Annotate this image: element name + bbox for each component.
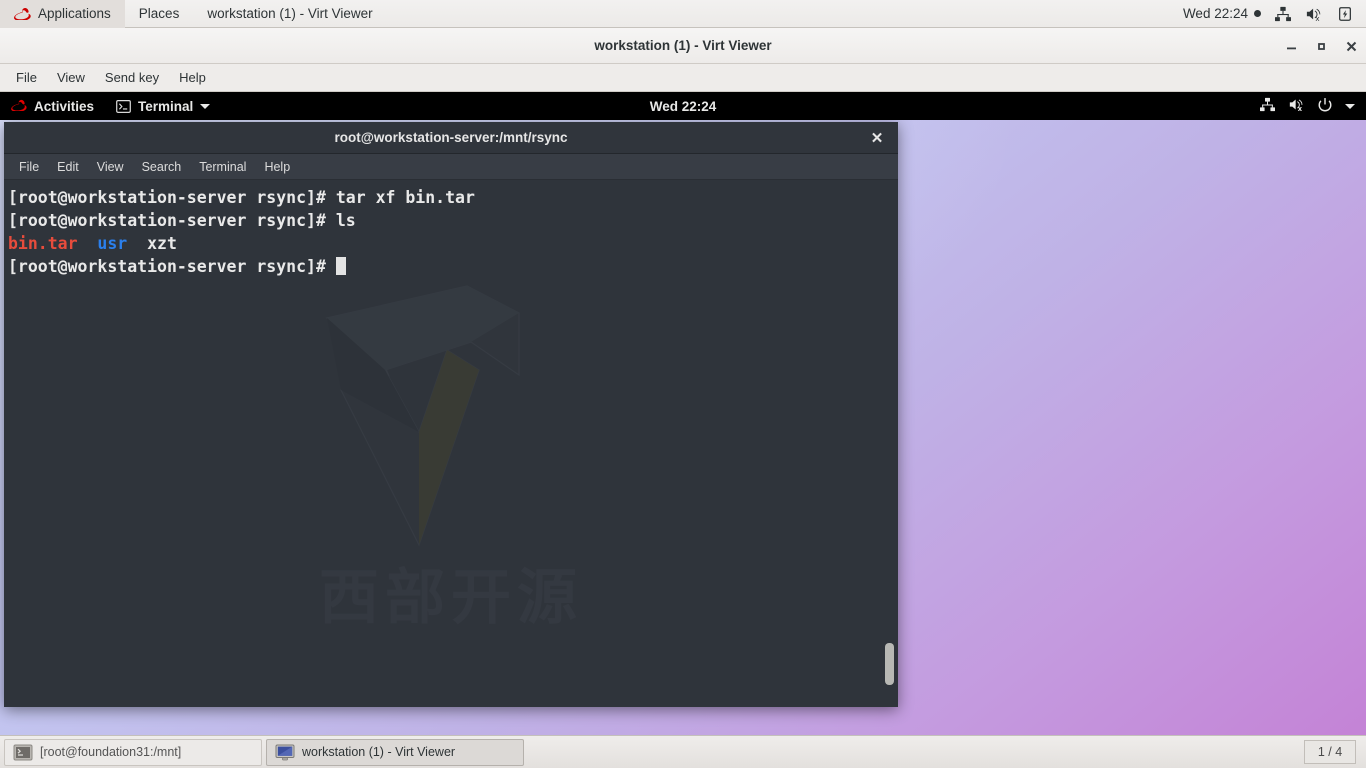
virt-viewer-titlebar: workstation (1) - Virt Viewer <box>0 28 1366 64</box>
terminal-menu-edit[interactable]: Edit <box>48 154 88 180</box>
maximize-button[interactable] <box>1306 28 1336 64</box>
terminal-titlebar: root@workstation-server:/mnt/rsync ✕ <box>4 122 898 154</box>
minimize-button[interactable] <box>1276 28 1306 64</box>
host-taskbar: [root@foundation31:/mnt] workstation (1)… <box>0 735 1366 768</box>
terminal-menu-help-label: Help <box>264 159 291 174</box>
host-top-panel: Applications Places workstation (1) - Vi… <box>0 0 1366 28</box>
terminal-final-prompt: [root@workstation-server rsync]# <box>8 257 336 276</box>
host-clock[interactable]: Wed 22:24 <box>1183 6 1261 21</box>
terminal-line-1-command: tar xf bin.tar <box>335 188 475 207</box>
terminal-output-area[interactable]: 西部开源 [root@workstation-server rsync]# ta… <box>4 180 898 707</box>
taskbar-item-virt-viewer[interactable]: workstation (1) - Virt Viewer <box>266 738 524 766</box>
app-menu-terminal[interactable]: Terminal <box>105 92 221 120</box>
terminal-menu-help[interactable]: Help <box>255 154 299 180</box>
terminal-line-2-command: ls <box>335 211 356 230</box>
guest-panel-right: x <box>1259 97 1366 116</box>
terminal-menu-terminal[interactable]: Terminal <box>190 154 255 180</box>
terminal-icon <box>13 744 33 761</box>
terminal-line-1-prompt: [root@workstation-server rsync]# <box>8 188 336 207</box>
terminal-line-2-prompt: [root@workstation-server rsync]# <box>8 211 336 230</box>
host-clock-label: Wed 22:24 <box>1182 6 1248 21</box>
chevron-down-icon[interactable] <box>1345 103 1355 109</box>
battery-icon[interactable] <box>1336 6 1354 22</box>
places-menu[interactable]: Places <box>125 0 194 28</box>
terminal-menu-edit-label: Edit <box>57 159 79 174</box>
terminal-menu-file[interactable]: File <box>10 154 48 180</box>
workspace-indicator[interactable]: 1 / 4 <box>1304 740 1356 764</box>
display-icon <box>275 744 295 761</box>
watermark-logo: 西部开源 <box>319 280 583 636</box>
redhat-icon <box>11 99 27 114</box>
terminal-menu-file-label: File <box>19 159 40 174</box>
terminal-menu-terminal-label: Terminal <box>199 159 247 174</box>
activities-label: Activities <box>34 98 95 114</box>
host-window-title-item[interactable]: workstation (1) - Virt Viewer <box>193 0 386 28</box>
virt-viewer-menubar: File View Send key Help <box>0 64 1366 92</box>
terminal-window: root@workstation-server:/mnt/rsync ✕ Fil… <box>4 122 898 707</box>
redhat-icon <box>14 7 31 21</box>
guest-desktop: Activities Terminal Wed 22:24 x root@wor… <box>0 92 1366 735</box>
applications-menu-label: Applications <box>38 6 111 21</box>
guest-clock[interactable]: Wed 22:24 <box>650 99 717 114</box>
virt-viewer-window-controls <box>1276 28 1366 64</box>
svg-text:x: x <box>1298 105 1303 112</box>
terminal-scrollbar[interactable] <box>882 180 896 707</box>
vv-menu-help-label: Help <box>179 70 206 85</box>
vv-menu-help[interactable]: Help <box>169 64 216 92</box>
vv-menu-send-key[interactable]: Send key <box>95 64 169 92</box>
places-menu-label: Places <box>138 6 180 21</box>
network-icon[interactable] <box>1259 97 1276 115</box>
terminal-icon <box>116 99 131 113</box>
close-button[interactable] <box>1336 28 1366 64</box>
host-window-title: workstation (1) - Virt Viewer <box>207 6 373 21</box>
watermark-text: 西部开源 <box>319 563 583 633</box>
app-menu-terminal-label: Terminal <box>138 98 194 114</box>
chevron-down-icon <box>200 103 211 109</box>
ls-output-xzt: xzt <box>147 234 177 253</box>
notification-dot-icon <box>1254 10 1261 17</box>
terminal-text-buffer: [root@workstation-server rsync]# tar xf … <box>8 186 898 278</box>
terminal-menu-search[interactable]: Search <box>133 154 191 180</box>
vv-menu-view-label: View <box>56 70 85 85</box>
taskbar-item-foundation-terminal[interactable]: [root@foundation31:/mnt] <box>4 738 262 766</box>
vv-menu-send-key-label: Send key <box>104 70 160 85</box>
host-panel-left: Applications Places workstation (1) - Vi… <box>0 0 387 28</box>
power-icon[interactable] <box>1317 97 1333 116</box>
taskbar-item-label: workstation (1) - Virt Viewer <box>302 745 456 759</box>
taskbar-item-label: [root@foundation31:/mnt] <box>40 745 182 759</box>
screen-root: Applications Places workstation (1) - Vi… <box>0 0 1366 768</box>
terminal-scrollbar-thumb[interactable] <box>885 643 894 685</box>
volume-muted-icon[interactable]: x <box>1305 6 1323 22</box>
terminal-title: root@workstation-server:/mnt/rsync <box>334 130 568 145</box>
guest-top-panel: Activities Terminal Wed 22:24 x <box>0 92 1366 120</box>
watermark-arrow-icon <box>325 285 520 547</box>
host-panel-right: Wed 22:24 x <box>1183 6 1366 22</box>
svg-text:x: x <box>1315 13 1319 21</box>
guest-clock-label: Wed 22:24 <box>649 98 717 114</box>
activities-button[interactable]: Activities <box>0 92 105 120</box>
vv-menu-file-label: File <box>16 70 37 85</box>
terminal-menubar: File Edit View Search Terminal Help <box>4 154 898 180</box>
ls-output-bin-tar: bin.tar <box>8 234 78 253</box>
vv-menu-view[interactable]: View <box>47 64 95 92</box>
terminal-cursor <box>335 257 346 275</box>
network-icon[interactable] <box>1274 6 1292 22</box>
terminal-menu-search-label: Search <box>141 159 182 174</box>
terminal-close-button[interactable]: ✕ <box>866 122 888 154</box>
terminal-menu-view-label: View <box>96 159 124 174</box>
volume-muted-icon[interactable]: x <box>1288 97 1305 115</box>
terminal-menu-view[interactable]: View <box>88 154 133 180</box>
workspace-indicator-label: 1 / 4 <box>1317 745 1343 759</box>
applications-menu[interactable]: Applications <box>0 0 125 28</box>
vv-menu-file[interactable]: File <box>6 64 47 92</box>
ls-output-usr: usr <box>97 234 128 253</box>
virt-viewer-title: workstation (1) - Virt Viewer <box>594 38 772 53</box>
